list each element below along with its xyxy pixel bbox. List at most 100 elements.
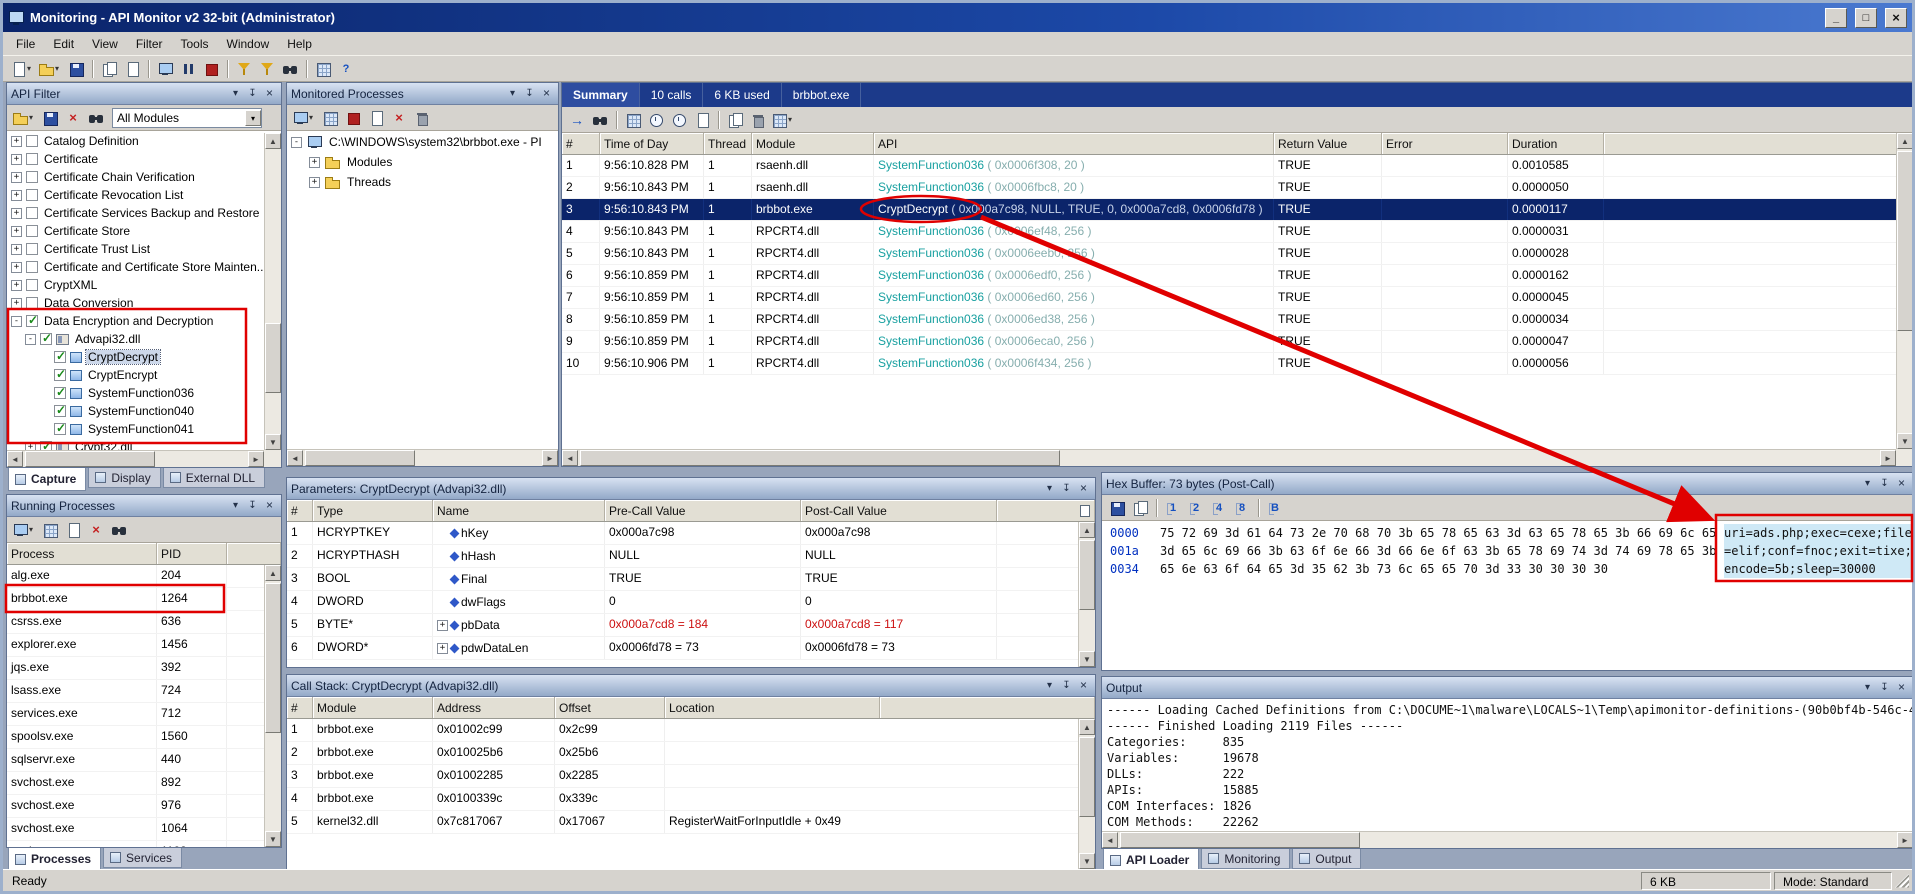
group-bytes-4-icon[interactable]: 4 bbox=[1208, 497, 1230, 519]
bottom-tab-monitoring[interactable]: Monitoring bbox=[1201, 849, 1290, 869]
panel-menu-icon[interactable] bbox=[505, 87, 520, 101]
close-panel-icon[interactable] bbox=[262, 87, 277, 101]
scroll-up-icon[interactable] bbox=[1897, 133, 1912, 149]
close-panel-icon[interactable] bbox=[1894, 681, 1909, 695]
stack-frame-row-4[interactable]: 4brbbot.exe0x0100339c0x339c bbox=[287, 788, 1095, 811]
parameter-row-hhash[interactable]: 2HCRYPTHASHhHashNULLNULL bbox=[287, 545, 1095, 568]
close-panel-icon[interactable] bbox=[262, 499, 277, 513]
expander-icon[interactable]: + bbox=[11, 262, 22, 273]
copy-icon[interactable] bbox=[98, 58, 120, 80]
filter-tree-item-crypt32-dll[interactable]: +Crypt32.dll bbox=[7, 438, 281, 450]
column-header-post-call-value[interactable]: Post-Call Value bbox=[801, 500, 997, 521]
api-capture-filter-icon[interactable] bbox=[233, 58, 255, 80]
checkbox-icon[interactable] bbox=[26, 261, 38, 273]
go-to-call-icon[interactable]: → bbox=[566, 109, 588, 131]
filter-tree-item-certificate-revocation-list[interactable]: +Certificate Revocation List bbox=[7, 186, 281, 204]
view-options-icon[interactable] bbox=[770, 109, 797, 131]
scrollbar-thumb[interactable] bbox=[1897, 151, 1912, 331]
column-header-module[interactable]: Module bbox=[752, 133, 874, 154]
expander-icon[interactable]: + bbox=[11, 226, 22, 237]
pin-icon[interactable] bbox=[1059, 482, 1074, 496]
pin-icon[interactable] bbox=[522, 87, 537, 101]
remove-process-icon[interactable] bbox=[411, 107, 433, 129]
pin-icon[interactable] bbox=[245, 499, 260, 513]
relative-time-icon[interactable] bbox=[668, 109, 690, 131]
column-header-pre-call-value[interactable]: Pre-Call Value bbox=[605, 500, 801, 521]
close-panel-icon[interactable] bbox=[1076, 679, 1091, 693]
stack-frame-row-3[interactable]: 3brbbot.exe0x010022850x2285 bbox=[287, 765, 1095, 788]
group-bytes-8-icon[interactable]: 8 bbox=[1231, 497, 1253, 519]
process-row-svchost-exe-1108[interactable]: svchost.exe1108 bbox=[7, 841, 281, 847]
minimize-button[interactable] bbox=[1825, 8, 1847, 28]
checkbox-icon[interactable] bbox=[54, 351, 66, 363]
scrollbar-thumb[interactable] bbox=[1079, 540, 1095, 610]
terminate-process-icon[interactable]: × bbox=[85, 519, 107, 541]
summary-row-5[interactable]: 59:56:10.843 PM1RPCRT4.dllSystemFunction… bbox=[562, 243, 1912, 265]
panel-menu-icon[interactable] bbox=[228, 499, 243, 513]
filter-tree-item-cryptencrypt[interactable]: CryptEncrypt bbox=[7, 366, 281, 384]
scroll-up-icon[interactable] bbox=[265, 133, 281, 149]
display-filter-icon[interactable] bbox=[256, 58, 278, 80]
pin-icon[interactable] bbox=[1877, 477, 1892, 491]
filter-tree-item-certificate-chain-verification[interactable]: +Certificate Chain Verification bbox=[7, 168, 281, 186]
expander-icon[interactable]: + bbox=[309, 157, 320, 168]
expander-icon[interactable]: - bbox=[11, 316, 22, 327]
dropdown-arrow-icon[interactable] bbox=[27, 64, 35, 73]
scrollbar-thumb[interactable] bbox=[580, 450, 1060, 466]
new-capture-icon[interactable] bbox=[9, 58, 36, 80]
checkbox-icon[interactable] bbox=[54, 369, 66, 381]
summary-row-9[interactable]: 99:56:10.859 PM1RPCRT4.dllSystemFunction… bbox=[562, 331, 1912, 353]
maximize-button[interactable] bbox=[1855, 8, 1877, 28]
group-bytes-1-icon[interactable]: 1 bbox=[1162, 497, 1184, 519]
checkbox-icon[interactable] bbox=[40, 333, 52, 345]
scroll-down-icon[interactable] bbox=[265, 831, 281, 847]
find-api-icon[interactable] bbox=[85, 107, 107, 129]
scrollbar-thumb[interactable] bbox=[305, 450, 415, 466]
column-header-offset[interactable]: Offset bbox=[555, 697, 665, 718]
summary-row-2[interactable]: 29:56:10.843 PM1rsaenh.dllSystemFunction… bbox=[562, 177, 1912, 199]
scroll-left-icon[interactable] bbox=[1102, 832, 1118, 848]
stop-capture-icon[interactable] bbox=[200, 58, 222, 80]
process-row-svchost-exe-892[interactable]: svchost.exe892 bbox=[7, 772, 281, 795]
filter-tree-item-systemfunction040[interactable]: SystemFunction040 bbox=[7, 402, 281, 420]
dropdown-arrow-icon[interactable] bbox=[29, 113, 37, 122]
checkbox-icon[interactable] bbox=[26, 207, 38, 219]
column-header-type[interactable]: Type bbox=[313, 500, 433, 521]
checkbox-icon[interactable] bbox=[26, 171, 38, 183]
column-options-icon[interactable] bbox=[1080, 505, 1090, 517]
filter-tree-item-certificate-and-certificate-store-mainten[interactable]: +Certificate and Certificate Store Maint… bbox=[7, 258, 281, 276]
column-header-thread[interactable]: Thread bbox=[704, 133, 752, 154]
filter-tree-item-cryptxml[interactable]: +CryptXML bbox=[7, 276, 281, 294]
checkbox-icon[interactable] bbox=[40, 441, 52, 450]
scroll-left-icon[interactable] bbox=[287, 450, 303, 466]
process-tab-processes[interactable]: Processes bbox=[8, 848, 101, 869]
module-filter-select[interactable]: All Modules bbox=[112, 108, 262, 128]
filter-tree-item-certificate-store[interactable]: +Certificate Store bbox=[7, 222, 281, 240]
close-panel-icon[interactable] bbox=[1894, 477, 1909, 491]
checkbox-icon[interactable] bbox=[54, 405, 66, 417]
column-header-pid[interactable]: PID bbox=[157, 543, 227, 564]
find-process-icon[interactable] bbox=[108, 519, 130, 541]
pause-capture-icon[interactable] bbox=[177, 58, 199, 80]
copy-call-icon[interactable] bbox=[724, 109, 746, 131]
column-header-process[interactable]: Process bbox=[7, 543, 157, 564]
process-row-jqs-exe-392[interactable]: jqs.exe392 bbox=[7, 657, 281, 680]
scroll-down-icon[interactable] bbox=[1079, 853, 1095, 869]
scroll-right-icon[interactable] bbox=[542, 450, 558, 466]
column-header-module[interactable]: Module bbox=[313, 697, 433, 718]
expander-icon[interactable]: + bbox=[11, 136, 22, 147]
menu-item-tools[interactable]: Tools bbox=[172, 33, 218, 55]
filter-tree-item-data-encryption-and-decryption[interactable]: -Data Encryption and Decryption bbox=[7, 312, 281, 330]
expander-icon[interactable]: + bbox=[11, 244, 22, 255]
monitored-item-threads[interactable]: +Threads bbox=[287, 172, 558, 192]
summary-row-6[interactable]: 69:56:10.859 PM1RPCRT4.dllSystemFunction… bbox=[562, 265, 1912, 287]
checkbox-icon[interactable] bbox=[26, 315, 38, 327]
checkbox-icon[interactable] bbox=[26, 189, 38, 201]
process-row-csrss-exe-636[interactable]: csrss.exe636 bbox=[7, 611, 281, 634]
menu-item-view[interactable]: View bbox=[83, 33, 127, 55]
process-properties-icon[interactable] bbox=[365, 107, 387, 129]
monitor-selected-process-icon[interactable] bbox=[11, 519, 38, 541]
close-panel-icon[interactable] bbox=[539, 87, 554, 101]
column-header-col0[interactable]: # bbox=[287, 697, 313, 718]
help-icon[interactable]: ? bbox=[335, 58, 357, 80]
